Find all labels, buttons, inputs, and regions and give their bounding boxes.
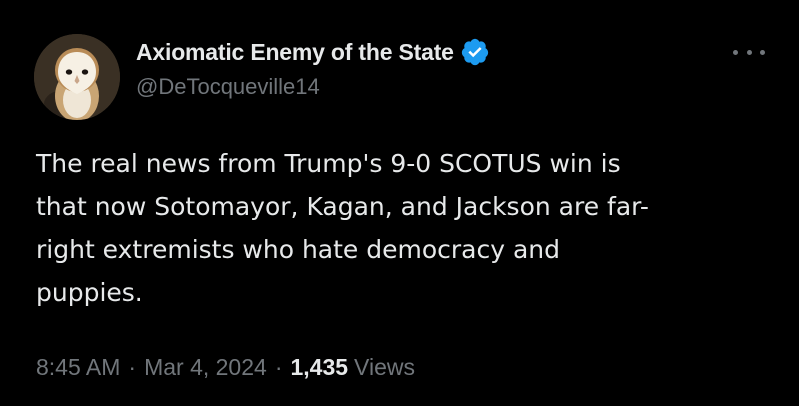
tweet-text-line: The real news from Trump's 9-0 SCOTUS wi…	[36, 149, 621, 178]
views-count[interactable]: 1,435	[290, 354, 348, 381]
name-row: Axiomatic Enemy of the State	[136, 36, 490, 68]
tweet-card: Axiomatic Enemy of the State @DeTocquevi…	[0, 0, 799, 406]
meta-separator: ·	[274, 354, 283, 380]
display-name[interactable]: Axiomatic Enemy of the State	[136, 39, 454, 66]
verified-badge-icon	[461, 38, 488, 66]
tweet-text: The real news from Trump's 9-0 SCOTUS wi…	[36, 142, 756, 314]
tweet-text-line: right extremists who hate democracy and	[36, 235, 561, 264]
more-options-icon[interactable]	[729, 42, 769, 62]
tweet-text-line: that now Sotomayor, Kagan, and Jackson a…	[36, 192, 649, 221]
more-dot	[733, 49, 738, 55]
views-label: Views	[354, 354, 415, 380]
tweet-header: Axiomatic Enemy of the State @DeTocquevi…	[136, 36, 490, 100]
tweet-text-line: puppies.	[36, 278, 143, 307]
more-dot	[760, 49, 765, 55]
avatar[interactable]	[34, 34, 120, 120]
tweet-time[interactable]: 8:45 AM	[36, 354, 120, 381]
more-dot	[746, 49, 752, 55]
barn-owl-avatar-icon	[34, 34, 120, 120]
tweet-date[interactable]: Mar 4, 2024	[144, 354, 267, 381]
meta-separator: ·	[128, 354, 137, 380]
tweet-meta: 8:45 AM · Mar 4, 2024 · 1,435 Views	[36, 354, 415, 381]
user-handle[interactable]: @DeTocqueville14	[136, 74, 490, 100]
